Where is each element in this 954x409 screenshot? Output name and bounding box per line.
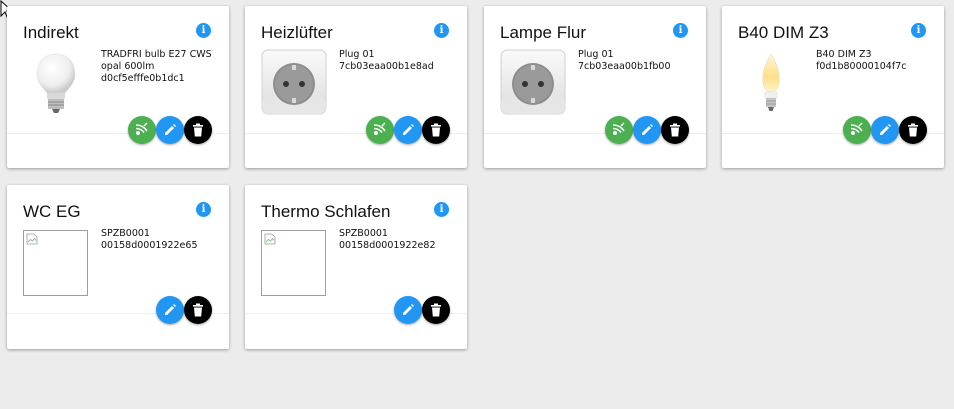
device-card[interactable]: WC EG i SPZB0001 00158d0001922e65: [7, 185, 229, 349]
delete-button[interactable]: [661, 116, 689, 144]
device-description: Plug 01 7cb03eaa00b1fb00: [578, 49, 703, 73]
device-card[interactable]: Lampe Flur i Plug 01 7cb03eaa00b1fb00: [484, 6, 706, 168]
device-name: Indirekt: [23, 23, 79, 42]
device-name: Thermo Schlafen: [261, 202, 391, 221]
device-model: Plug 01: [339, 49, 375, 60]
device-image-placeholder: [261, 230, 326, 296]
device-name: Heizlüfter: [261, 23, 333, 42]
device-model: Plug 01: [578, 49, 614, 60]
device-name: WC EG: [23, 202, 81, 221]
edit-button[interactable]: [156, 116, 184, 144]
smart-plug-image: [500, 49, 566, 115]
edit-button[interactable]: [394, 116, 422, 144]
device-name: Lampe Flur: [500, 23, 586, 42]
device-model-detail: opal 600lm: [101, 61, 155, 72]
info-icon[interactable]: i: [673, 23, 688, 38]
bulb-e27-image: [36, 53, 76, 113]
info-icon[interactable]: i: [911, 23, 926, 38]
device-id: 00158d0001922e65: [101, 240, 198, 251]
identify-icon: [850, 122, 863, 135]
broken-image-icon: [26, 233, 38, 245]
device-model: B40 DIM Z3: [816, 49, 872, 60]
pencil-icon: [165, 124, 176, 135]
pencil-icon: [880, 124, 891, 135]
pencil-icon: [403, 304, 414, 315]
broken-image-icon: [264, 233, 276, 245]
identify-button[interactable]: [366, 116, 394, 144]
device-id: 7cb03eaa00b1fb00: [578, 61, 671, 72]
edit-button[interactable]: [871, 116, 899, 144]
device-card[interactable]: Indirekt i TRADFRI bulb E27 CWS opal 600…: [7, 6, 229, 168]
info-icon[interactable]: i: [196, 202, 211, 217]
identify-button[interactable]: [605, 116, 633, 144]
delete-button[interactable]: [422, 296, 450, 324]
identify-button[interactable]: [128, 116, 156, 144]
delete-button[interactable]: [184, 296, 212, 324]
device-id: 7cb03eaa00b1e8ad: [339, 61, 434, 72]
device-id: d0cf5efffe0b1dc1: [101, 73, 185, 84]
device-id: 00158d0001922e82: [339, 240, 436, 251]
trash-icon: [670, 123, 680, 137]
edit-button[interactable]: [633, 116, 661, 144]
device-card[interactable]: Heizlüfter i Plug 01 7cb03eaa00b1e8ad: [245, 6, 467, 168]
identify-button[interactable]: [843, 116, 871, 144]
info-icon[interactable]: i: [196, 23, 211, 38]
device-id: f0d1b80000104f7c: [816, 61, 907, 72]
delete-button[interactable]: [899, 116, 927, 144]
device-model: TRADFRI bulb E27 CWS: [101, 49, 212, 60]
identify-icon: [373, 122, 386, 135]
info-icon[interactable]: i: [434, 23, 449, 38]
edit-button[interactable]: [394, 296, 422, 324]
device-model: SPZB0001: [339, 228, 388, 239]
device-model: SPZB0001: [101, 228, 150, 239]
info-icon[interactable]: i: [434, 202, 449, 217]
delete-button[interactable]: [422, 116, 450, 144]
device-card[interactable]: Thermo Schlafen i SPZB0001 00158d0001922…: [245, 185, 467, 349]
identify-icon: [612, 122, 625, 135]
delete-button[interactable]: [184, 116, 212, 144]
trash-icon: [431, 123, 441, 137]
edit-button[interactable]: [156, 296, 184, 324]
device-name: B40 DIM Z3: [738, 23, 829, 42]
smart-plug-image: [261, 49, 327, 115]
trash-icon: [908, 123, 918, 137]
device-description: SPZB0001 00158d0001922e82: [339, 228, 464, 252]
pencil-icon: [403, 124, 414, 135]
device-description: SPZB0001 00158d0001922e65: [101, 228, 226, 252]
identify-icon: [135, 122, 148, 135]
trash-icon: [431, 303, 441, 317]
trash-icon: [193, 123, 203, 137]
candle-bulb-image: [762, 53, 780, 111]
pencil-icon: [165, 304, 176, 315]
device-image-placeholder: [23, 230, 88, 296]
device-description: B40 DIM Z3 f0d1b80000104f7c: [816, 49, 941, 73]
device-description: Plug 01 7cb03eaa00b1e8ad: [339, 49, 464, 73]
trash-icon: [193, 303, 203, 317]
device-card[interactable]: B40 DIM Z3 i B40 DIM Z3 f0d1b80000104f7c: [722, 6, 944, 168]
pencil-icon: [642, 124, 653, 135]
device-description: TRADFRI bulb E27 CWS opal 600lm d0cf5eff…: [101, 49, 226, 85]
